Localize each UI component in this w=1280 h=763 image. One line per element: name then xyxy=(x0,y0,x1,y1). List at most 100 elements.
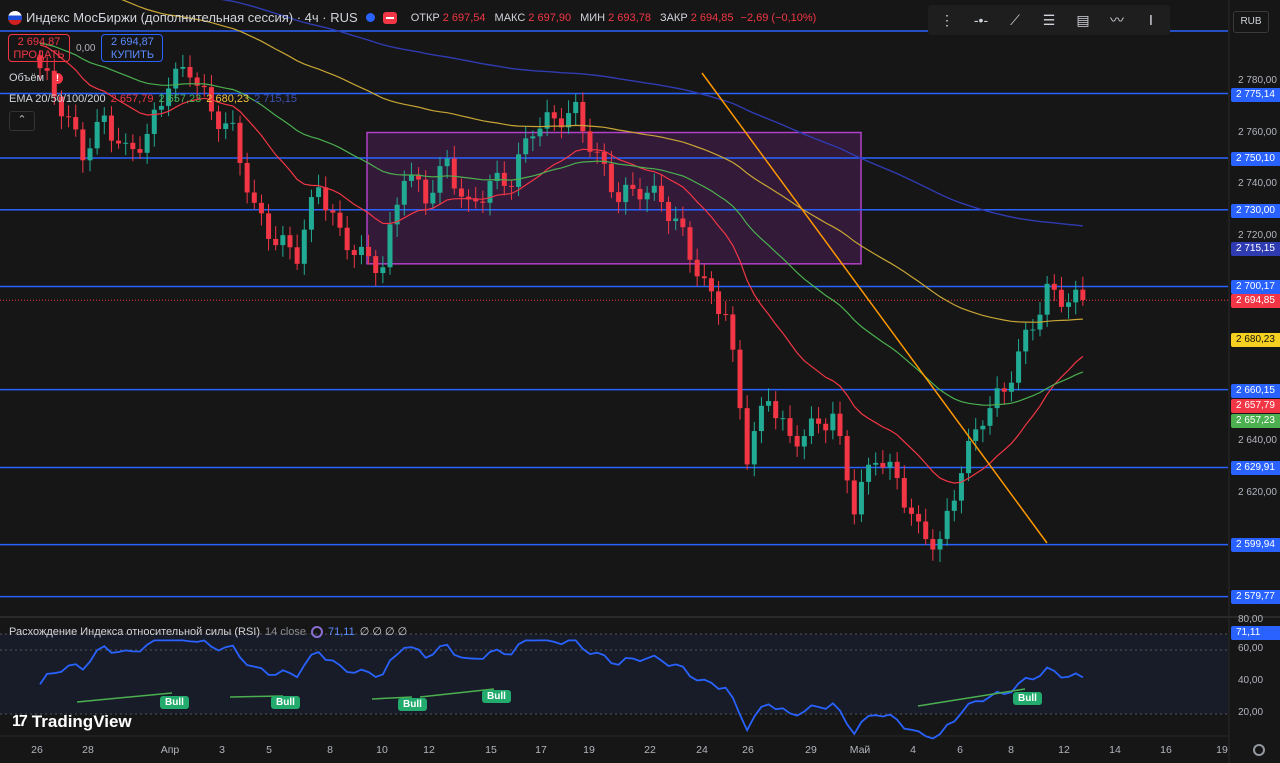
pitchfork-tool-icon[interactable]: ☰ xyxy=(1040,11,1058,29)
rsi-tick: 40,00 xyxy=(1238,675,1264,686)
sell-button[interactable]: 2 694,87 ПРОДАТЬ xyxy=(8,34,70,62)
level-price-label: 2 750,10 xyxy=(1231,152,1280,166)
chart-canvas[interactable] xyxy=(0,0,1280,763)
candle-body xyxy=(280,235,286,246)
candle-body xyxy=(1080,289,1086,301)
candle-body xyxy=(287,235,293,248)
fib-tool-icon[interactable]: ▤ xyxy=(1074,11,1092,29)
candle-body xyxy=(916,513,922,522)
candle-body xyxy=(873,462,879,465)
candle-body xyxy=(194,77,200,86)
chart-settings-icon[interactable] xyxy=(1253,744,1265,756)
candle-body xyxy=(366,246,372,257)
tradingview-icon: 17 xyxy=(12,713,28,730)
measure-tool-icon[interactable]: Ⅰ xyxy=(1142,11,1160,29)
market-status-dot-icon xyxy=(365,13,375,22)
candle-body xyxy=(858,481,864,515)
spread-value: 0,00 xyxy=(76,42,96,54)
horizontal-line-tool-icon[interactable]: -•- xyxy=(972,11,990,29)
ema50-price-label: 2 657,23 xyxy=(1231,414,1280,428)
candle-body xyxy=(337,212,343,228)
candle-body xyxy=(373,256,379,274)
candle-body xyxy=(801,436,807,447)
candle-body xyxy=(608,163,614,193)
candle-body xyxy=(73,117,79,130)
candle-body xyxy=(108,115,114,141)
rsi-current-label: 71,11 xyxy=(1231,626,1280,640)
candle-body xyxy=(973,429,979,441)
candle-body xyxy=(551,112,557,119)
rsi-legend[interactable]: Расхождение Индекса относительной силы (… xyxy=(9,625,407,638)
candle-body xyxy=(908,507,914,514)
level-price-label: 2 579,77 xyxy=(1231,590,1280,604)
candle-body xyxy=(637,188,643,200)
volume-indicator[interactable]: Объём ! xyxy=(9,72,64,84)
level-price-label: 2 775,14 xyxy=(1231,88,1280,102)
bull-divergence-label: Bull xyxy=(398,698,427,711)
candle-body xyxy=(1073,289,1079,303)
rsi-tick: 20,00 xyxy=(1238,707,1264,718)
candle-body xyxy=(758,405,764,432)
candle-body xyxy=(730,314,736,350)
rsi-tick: 80,00 xyxy=(1238,614,1264,625)
descending-trendline xyxy=(701,72,1048,544)
candle-body xyxy=(773,401,779,419)
candle-body xyxy=(673,218,679,222)
candle-body xyxy=(887,461,893,468)
grip-icon[interactable]: ⋮ xyxy=(938,11,956,29)
candle-body xyxy=(951,500,957,511)
warning-icon[interactable]: ! xyxy=(52,72,64,84)
candle-body xyxy=(537,128,543,137)
symbol-title[interactable]: Индекс МосБиржи (дополнительная сессия) … xyxy=(26,10,358,25)
candle-body xyxy=(880,462,886,468)
pattern-tool-icon[interactable]: 〰 xyxy=(1108,11,1126,29)
hide-icon[interactable] xyxy=(382,11,397,24)
candle-body xyxy=(823,423,829,431)
volume-label: Объём xyxy=(9,72,45,84)
candle-body xyxy=(387,224,393,268)
price-tick: 2 720,00 xyxy=(1238,230,1277,241)
candle-body xyxy=(266,213,272,239)
candle-body xyxy=(87,148,93,161)
candle-body xyxy=(123,142,129,144)
drawing-toolbar: ⋮ -•- ⟋ ☰ ▤ 〰 Ⅰ xyxy=(928,5,1170,35)
price-tick: 2 640,00 xyxy=(1238,435,1277,446)
currency-selector[interactable]: RUB xyxy=(1233,11,1269,33)
candle-body xyxy=(351,250,357,256)
candle-body xyxy=(380,267,386,274)
candle-body xyxy=(780,418,786,420)
rsi-settings-icon[interactable] xyxy=(311,625,324,638)
candle-body xyxy=(244,162,250,193)
level-price-label: 2 730,00 xyxy=(1231,204,1280,218)
time-label: 24 xyxy=(696,744,708,756)
candle-body xyxy=(444,158,450,167)
ema100-price-label: 2 680,23 xyxy=(1231,333,1280,347)
buy-button[interactable]: 2 694,87 КУПИТЬ xyxy=(101,34,164,62)
candle-body xyxy=(1051,283,1057,290)
ema-indicator[interactable]: EMA 20/50/100/200 2 657,79 2 657,23 2 68… xyxy=(9,93,297,105)
trend-line-tool-icon[interactable]: ⟋ xyxy=(1006,11,1024,29)
candle-body xyxy=(273,238,279,246)
candle-body xyxy=(408,175,414,181)
time-label: 14 xyxy=(1109,744,1121,756)
candle-body xyxy=(680,218,686,228)
candle-body xyxy=(723,314,729,316)
collapse-indicators-button[interactable]: ⌃ xyxy=(9,111,35,131)
candle-body xyxy=(423,179,429,204)
price-tick: 2 760,00 xyxy=(1238,127,1277,138)
level-price-label: 2 660,15 xyxy=(1231,384,1280,398)
candle-body xyxy=(294,247,300,264)
candle-body xyxy=(508,185,514,187)
time-label: 26 xyxy=(31,744,43,756)
candle-body xyxy=(301,229,307,264)
candle-body xyxy=(1058,289,1064,307)
candle-body xyxy=(173,68,179,89)
candle-body xyxy=(966,440,972,474)
level-price-label: 2 629,91 xyxy=(1231,461,1280,475)
bull-divergence-label: Bull xyxy=(1013,692,1042,705)
candle-body xyxy=(794,435,800,447)
candle-body xyxy=(851,480,857,515)
time-label: 16 xyxy=(1160,744,1172,756)
candle-body xyxy=(258,202,264,214)
tradingview-logo[interactable]: 17 TradingView xyxy=(12,712,132,732)
